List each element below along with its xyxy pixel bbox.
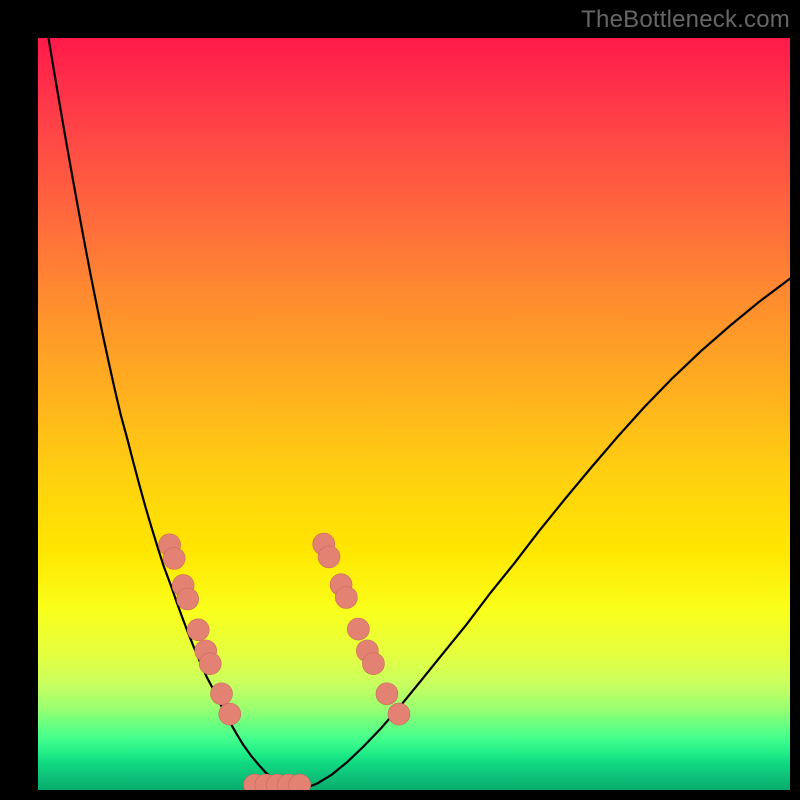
plot-area xyxy=(38,38,790,790)
chart-svg xyxy=(38,38,790,790)
data-marker xyxy=(376,683,398,705)
data-marker xyxy=(199,653,221,675)
data-marker xyxy=(388,703,410,725)
data-marker xyxy=(335,586,357,608)
data-marker xyxy=(347,618,369,640)
watermark-text: TheBottleneck.com xyxy=(581,6,790,34)
outer-frame: TheBottleneck.com xyxy=(0,0,800,800)
data-marker xyxy=(219,703,241,725)
data-marker xyxy=(187,619,209,641)
data-marker xyxy=(318,546,340,568)
data-marker xyxy=(177,588,199,610)
curve-line xyxy=(49,38,790,788)
data-marker xyxy=(362,653,384,675)
data-marker xyxy=(163,547,185,569)
data-marker xyxy=(210,683,232,705)
